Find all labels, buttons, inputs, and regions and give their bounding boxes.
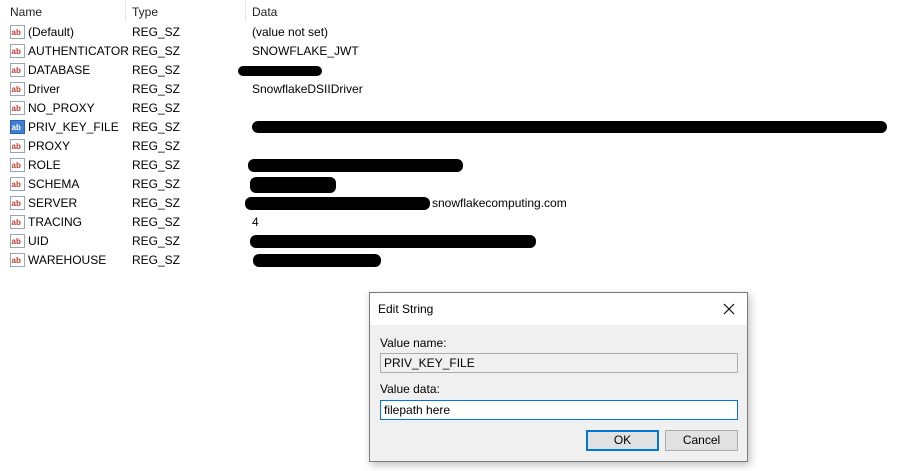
registry-string-icon: ab [10,120,25,134]
svg-text:ab: ab [12,237,21,246]
registry-string-icon: ab [10,158,25,172]
registry-value-row[interactable]: ab SCHEMA REG_SZ [0,175,906,194]
redaction-mark [253,254,381,267]
value-name: NO_PROXY [28,101,95,115]
dialog-title: Edit String [378,302,434,316]
value-name: ROLE [28,158,61,172]
value-name-field[interactable] [380,353,738,373]
value-data: 4 [252,215,259,229]
close-icon [723,303,735,318]
value-data: snowflakecomputing.com [432,196,567,210]
value-type: REG_SZ [132,234,181,248]
registry-string-icon: ab [10,215,25,229]
registry-value-row[interactable]: ab NO_PROXY REG_SZ [0,99,906,118]
value-name-label: Value name: [380,336,447,350]
list-header: Name Type Data [0,0,906,22]
svg-text:ab: ab [12,104,21,113]
registry-value-row[interactable]: ab UID REG_SZ [0,232,906,251]
value-name: (Default) [28,25,75,39]
registry-string-icon: ab [10,196,25,210]
value-type: REG_SZ [132,196,181,210]
svg-text:ab: ab [12,180,21,189]
edit-string-dialog: Edit String Value name: Value data: OK C… [369,292,748,462]
registry-string-icon: ab [10,25,25,39]
value-data-label: Value data: [380,382,440,396]
svg-text:ab: ab [12,199,21,208]
redaction-mark [248,159,463,172]
registry-string-icon: ab [10,253,25,267]
value-type: REG_SZ [132,158,181,172]
registry-string-icon: ab [10,82,25,96]
registry-value-row[interactable]: ab AUTHENTICATOR REG_SZ SNOWFLAKE_JWT [0,42,906,61]
redaction-mark [245,197,430,210]
value-data: SnowflakeDSIIDriver [252,82,363,96]
svg-text:ab: ab [12,218,21,227]
value-type: REG_SZ [132,177,181,191]
value-data: SNOWFLAKE_JWT [252,44,359,58]
value-type: REG_SZ [132,63,181,77]
value-data-input[interactable] [380,400,738,420]
close-button[interactable] [711,293,747,325]
redaction-mark [250,235,536,248]
redaction-mark [252,121,887,133]
value-name: AUTHENTICATOR [28,44,129,58]
registry-string-icon: ab [10,177,25,191]
value-type: REG_SZ [132,139,181,153]
column-divider[interactable] [125,0,126,22]
registry-string-icon: ab [10,44,25,58]
value-type: REG_SZ [132,44,181,58]
column-header-data[interactable]: Data [252,5,277,19]
registry-value-row[interactable]: ab ROLE REG_SZ [0,156,906,175]
svg-text:ab: ab [12,142,21,151]
value-name: SERVER [28,196,78,210]
registry-string-icon: ab [10,234,25,248]
dialog-titlebar[interactable]: Edit String [370,293,747,325]
registry-string-icon: ab [10,101,25,115]
registry-value-row[interactable]: ab DATABASE REG_SZ [0,61,906,80]
value-name: UID [28,234,49,248]
ok-button[interactable]: OK [586,430,659,451]
svg-text:ab: ab [12,85,21,94]
svg-text:ab: ab [12,123,21,132]
svg-text:ab: ab [12,161,21,170]
value-type: REG_SZ [132,253,181,267]
column-header-name[interactable]: Name [10,5,42,19]
redaction-mark [238,66,322,76]
value-name: WAREHOUSE [28,253,107,267]
registry-string-icon: ab [10,63,25,77]
registry-value-row[interactable]: ab PRIV_KEY_FILE REG_SZ [0,118,906,137]
column-header-type[interactable]: Type [132,5,158,19]
column-divider[interactable] [245,0,246,22]
registry-value-row[interactable]: ab Driver REG_SZ SnowflakeDSIIDriver [0,80,906,99]
registry-value-row[interactable]: ab PROXY REG_SZ [0,137,906,156]
registry-string-icon: ab [10,139,25,153]
value-type: REG_SZ [132,101,181,115]
value-type: REG_SZ [132,215,181,229]
cancel-button[interactable]: Cancel [665,430,738,451]
svg-text:ab: ab [12,66,21,75]
registry-value-row[interactable]: ab SERVER REG_SZ snowflakecomputing.com [0,194,906,213]
svg-text:ab: ab [12,28,21,37]
value-type: REG_SZ [132,25,181,39]
value-name: PRIV_KEY_FILE [28,120,119,134]
svg-text:ab: ab [12,47,21,56]
svg-text:ab: ab [12,256,21,265]
value-name: DATABASE [28,63,91,77]
registry-value-row[interactable]: ab (Default) REG_SZ (value not set) [0,23,906,42]
registry-value-row[interactable]: ab WAREHOUSE REG_SZ [0,251,906,270]
registry-value-row[interactable]: ab TRACING REG_SZ 4 [0,213,906,232]
value-name: Driver [28,82,60,96]
value-name: TRACING [28,215,82,229]
value-name: PROXY [28,139,71,153]
value-type: REG_SZ [132,82,181,96]
value-data: (value not set) [252,25,329,39]
value-name: SCHEMA [28,177,80,191]
redaction-mark [250,177,336,193]
value-type: REG_SZ [132,120,181,134]
